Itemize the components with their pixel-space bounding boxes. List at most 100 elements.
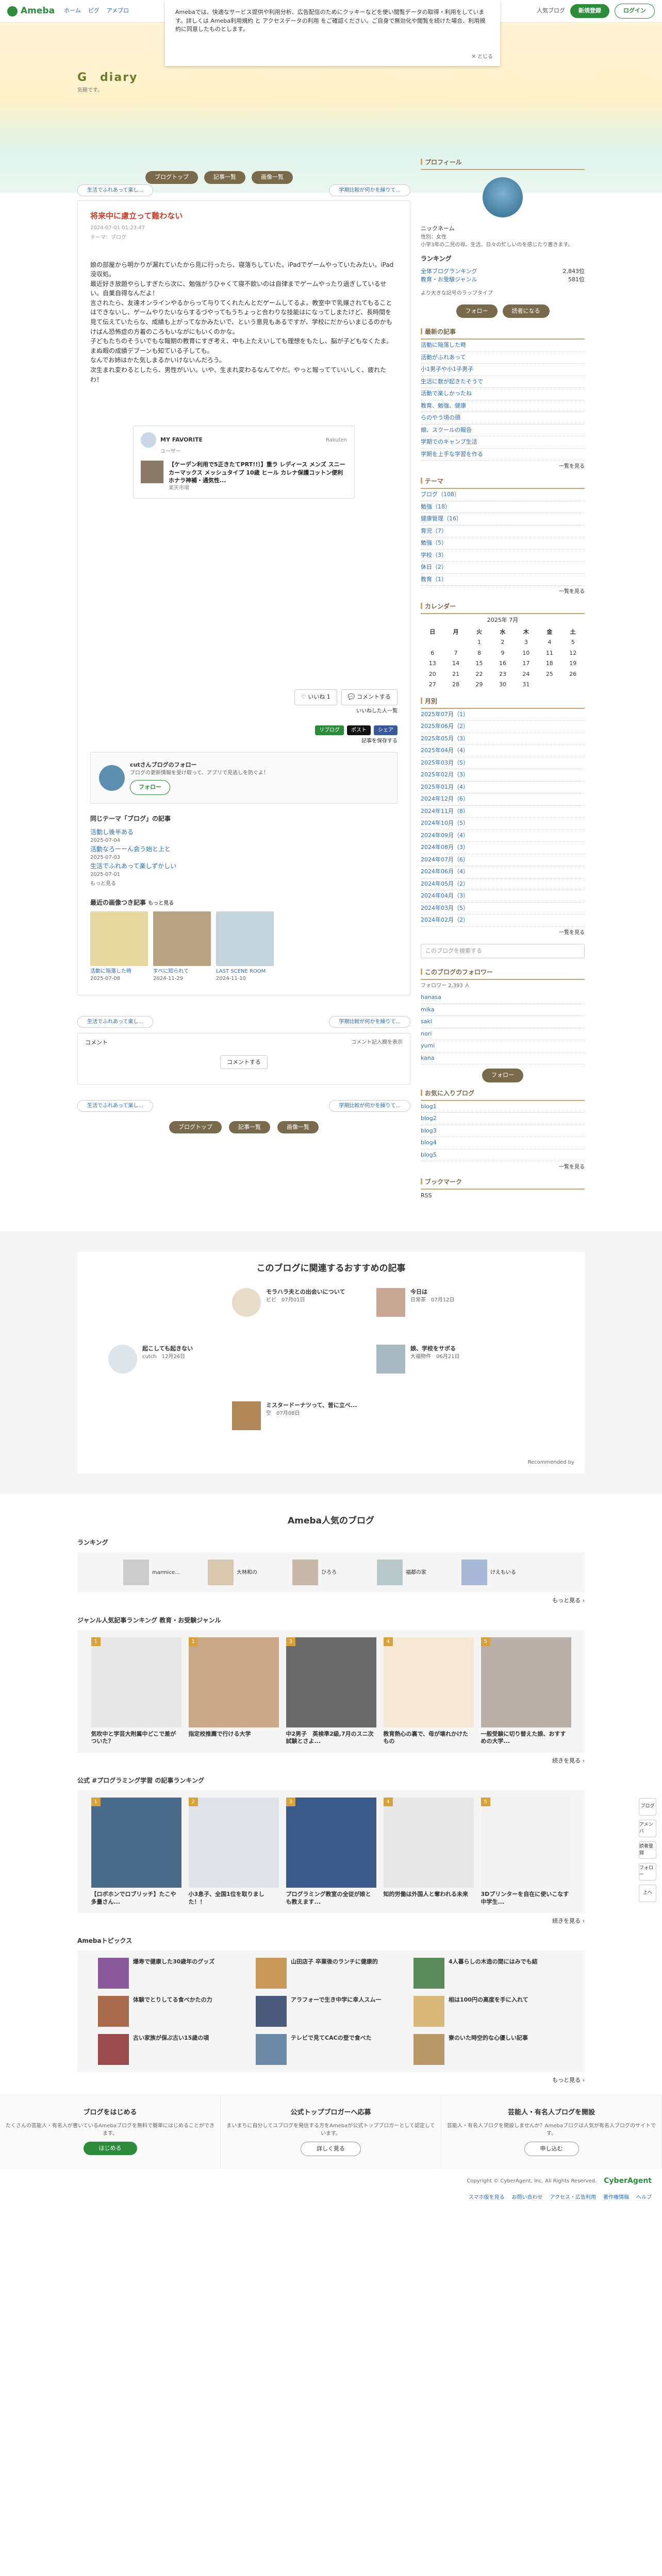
- prog-item[interactable]: 2 小3息子、全国1位を取りました！！: [188, 1797, 279, 1906]
- blog-search-input[interactable]: このブログを検索する: [421, 943, 585, 958]
- topic-item[interactable]: 山田店子 卒業後のランチに健康的: [256, 1957, 406, 1989]
- thumb-item[interactable]: LAST SCENE ROOM 2024-11-10: [216, 911, 274, 982]
- list-item[interactable]: 娘、スクールの報告: [421, 425, 585, 436]
- list-item[interactable]: 生活に数が起きたそうで: [421, 376, 585, 388]
- list-item[interactable]: 2024年08月（3）: [421, 842, 585, 854]
- comment-button[interactable]: 💬 コメントする: [341, 689, 398, 705]
- popular-blog-link[interactable]: 人気ブログ: [537, 7, 565, 15]
- favorite-card[interactable]: MY FAVORITE Rakuten ユーザー 【ケーデン利用で5正きたてPRT…: [133, 426, 355, 499]
- liked-users-link[interactable]: いいねした人一覧: [90, 707, 398, 715]
- prog-item[interactable]: 4 知的労働は外国人と奪われる未来: [383, 1797, 474, 1906]
- cookie-notice-close[interactable]: ✕ とじる: [471, 53, 493, 61]
- signup-button[interactable]: 新規登録: [570, 4, 609, 18]
- list-item[interactable]: 2025年05月（3）: [421, 733, 585, 745]
- sidebar-reader-button[interactable]: 読者になる: [502, 304, 550, 318]
- list-item[interactable]: 勉強（18）: [421, 501, 585, 513]
- genre-item[interactable]: 3 中2男子 英検準2級,7月のスニ次試験とさよ...: [286, 1637, 376, 1746]
- genre-more[interactable]: 続きを見る ›: [77, 1757, 585, 1766]
- list-item[interactable]: 2024年05月（2）: [421, 878, 585, 890]
- list-item[interactable]: kana: [421, 1053, 585, 1064]
- nav-ameblo[interactable]: アメブロ: [107, 7, 129, 15]
- prog-item[interactable]: 1 【ロボホンでロブリッチ】たこや多量さん...: [91, 1797, 181, 1906]
- footer-link[interactable]: 著作権情報: [603, 2194, 629, 2201]
- list-item[interactable]: 2024年12月（6）: [421, 793, 585, 806]
- prev-article-link[interactable]: 生活でふれあって楽し...: [77, 1099, 154, 1112]
- rank-item[interactable]: 大林和の: [208, 1560, 285, 1585]
- list-item[interactable]: 2024年09月（4）: [421, 830, 585, 842]
- next-article-link[interactable]: 学期比較が何かを繰りて...: [329, 184, 410, 196]
- list-item[interactable]: 2025年06月（2）: [421, 721, 585, 733]
- list-item[interactable]: 2024年10月（5）: [421, 818, 585, 830]
- list-item[interactable]: 活動で楽しかったね: [421, 388, 585, 400]
- topics-more[interactable]: もっと見る ›: [77, 2076, 585, 2085]
- list-item[interactable]: saki: [421, 1016, 585, 1028]
- footer-link[interactable]: アクセス・広告利用: [550, 2194, 597, 2201]
- genre-item[interactable]: 1 気吹中と学芸大附属中どこで差がついた？: [91, 1637, 181, 1746]
- topic-item[interactable]: テレビで見てCACの登で食べた: [256, 2033, 406, 2065]
- next-article-link[interactable]: 学期比較が何かを繰りて...: [329, 1099, 410, 1112]
- topic-item[interactable]: 寮のいた時空的な心優しい記事: [413, 2033, 564, 2065]
- rail-top-button[interactable]: 上へ: [639, 1885, 656, 1902]
- image-list-button[interactable]: 画像一覧: [277, 1121, 319, 1134]
- profile-more[interactable]: より大きな記号のラップタイプ: [421, 290, 585, 297]
- next-article-link[interactable]: 学期比較が何かを繰りて...: [329, 1015, 410, 1028]
- save-article-link[interactable]: 記事を保存する: [90, 737, 398, 745]
- new-articles-more[interactable]: 一覧を見る: [421, 463, 585, 470]
- list-item[interactable]: 2024年03月（5）: [421, 903, 585, 914]
- start-blog-button[interactable]: はじめる: [83, 2141, 137, 2156]
- list-item[interactable]: 生活でふれあって楽しずかしい 2025-07-01: [90, 861, 398, 878]
- login-button[interactable]: ログイン: [615, 4, 655, 19]
- list-item[interactable]: blog3: [421, 1125, 585, 1137]
- nav-pigg[interactable]: ピグ: [88, 7, 100, 15]
- article-title[interactable]: 将来中に慮立って難わない: [90, 210, 398, 222]
- profile-avatar[interactable]: [483, 177, 523, 217]
- topic-item[interactable]: 体験でとりしてる食べかたの力: [98, 1995, 249, 2027]
- list-item[interactable]: 2025年07月（1）: [421, 709, 585, 721]
- friends-more[interactable]: 一覧を見る: [421, 1163, 585, 1171]
- ranking-more[interactable]: もっと見る ›: [77, 1597, 585, 1605]
- topic-item[interactable]: 古い家族が保ぶ古い15歳の頃: [98, 2033, 249, 2065]
- list-item[interactable]: 2025年02月（3）: [421, 769, 585, 782]
- prog-item[interactable]: 3 プログラミング教室の全従が娘とも教えます...: [286, 1797, 376, 1906]
- list-item[interactable]: 2024年11月（8）: [421, 806, 585, 818]
- list-item[interactable]: 学期でのキャンプ生活: [421, 436, 585, 449]
- footer-link[interactable]: ヘルプ: [636, 2194, 652, 2201]
- followers-follow-button[interactable]: フォロー: [482, 1069, 523, 1082]
- footer-link[interactable]: スマホ版を見る: [469, 2194, 505, 2201]
- archive-more[interactable]: 一覧を見る: [421, 929, 585, 937]
- list-item[interactable]: 健康管理（16）: [421, 513, 585, 526]
- list-item[interactable]: mika: [421, 1004, 585, 1016]
- genre-item[interactable]: 4 教育熱心の裏で、母が壊れかけたもの: [383, 1637, 474, 1746]
- list-item[interactable]: blog4: [421, 1137, 585, 1149]
- list-item[interactable]: 2024年06月（4）: [421, 866, 585, 878]
- topic-item[interactable]: 爆寿で健康した30歳年のグッズ: [98, 1957, 249, 1989]
- list-item[interactable]: 勉強（5）: [421, 537, 585, 550]
- list-item[interactable]: nori: [421, 1028, 585, 1040]
- list-item[interactable]: 活動がふれあって: [421, 352, 585, 364]
- thumb-item[interactable]: すべに知られて 2024-11-29: [153, 911, 211, 982]
- rec-item[interactable]: 今日は 日常茶 07月12日: [376, 1287, 454, 1317]
- cyberagent-logo[interactable]: CyberAgent: [604, 2176, 652, 2187]
- list-item[interactable]: blog1: [421, 1101, 585, 1113]
- blog-top-button[interactable]: ブログトップ: [169, 1121, 222, 1134]
- list-item[interactable]: blog2: [421, 1113, 585, 1125]
- like-button[interactable]: ♡ いいね 1: [294, 689, 337, 705]
- list-item[interactable]: 2025年03月（5）: [421, 757, 585, 769]
- rank-item[interactable]: 福都の家: [377, 1560, 454, 1585]
- reblog-button[interactable]: リブログ: [315, 725, 344, 735]
- list-item[interactable]: 教育、勉強、健康: [421, 400, 585, 412]
- list-item[interactable]: 活動なろーーん会う始と上と 2025-07-03: [90, 844, 398, 861]
- list-item[interactable]: 活動し後半ある 2025-07-04: [90, 827, 398, 844]
- rail-reader-button[interactable]: 読者登録: [639, 1841, 656, 1859]
- rank-item[interactable]: けえもいる: [461, 1560, 539, 1585]
- topic-item[interactable]: アラフォーで生き中学に幸人スム一: [256, 1995, 406, 2027]
- list-item[interactable]: 学校（3）: [421, 550, 585, 562]
- rail-amember-button[interactable]: アメンバ: [639, 1820, 656, 1837]
- related-more[interactable]: もっと見る: [90, 881, 116, 887]
- list-item[interactable]: yumi: [421, 1040, 585, 1053]
- list-item[interactable]: らのやう頃の頭: [421, 412, 585, 425]
- follow-button[interactable]: フォロー: [130, 780, 170, 795]
- show-comment-form[interactable]: コメント記入欄を表示: [351, 1039, 403, 1047]
- list-item[interactable]: blog5: [421, 1149, 585, 1161]
- topic-item[interactable]: 4人暮らしの木造の間にはみでも結: [413, 1957, 564, 1989]
